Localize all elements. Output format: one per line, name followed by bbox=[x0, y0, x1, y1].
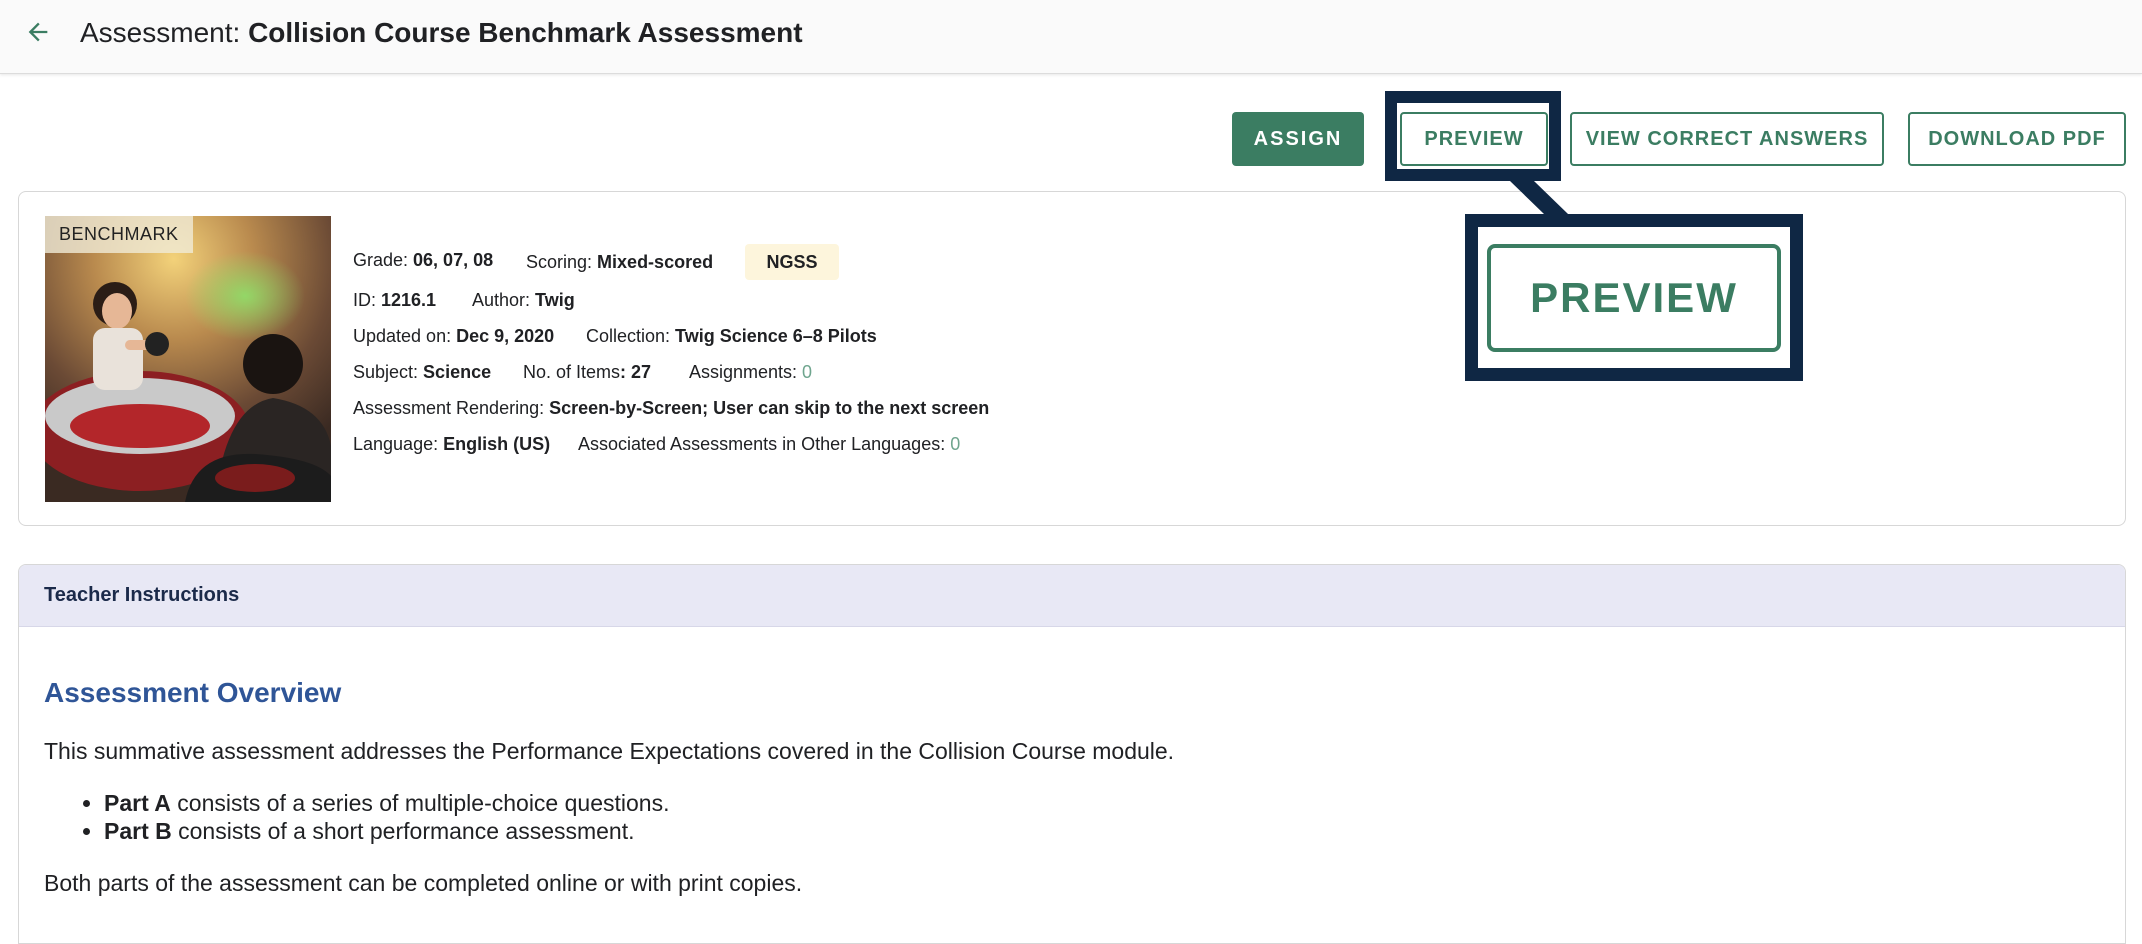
view-correct-answers-button[interactable]: VIEW CORRECT ANSWERS bbox=[1570, 112, 1884, 166]
overview-closing: Both parts of the assessment can be comp… bbox=[44, 870, 803, 896]
benchmark-tag: BENCHMARK bbox=[45, 216, 193, 253]
assignments-count-link[interactable]: 0 bbox=[802, 362, 812, 382]
arrow-left-icon bbox=[28, 22, 48, 42]
associated-count-link[interactable]: 0 bbox=[950, 434, 960, 454]
parts-list: Part A consists of a series of multiple-… bbox=[44, 789, 669, 845]
list-item: Part A consists of a series of multiple-… bbox=[104, 789, 669, 817]
rendering-field: Assessment Rendering: Screen-by-Screen; … bbox=[353, 398, 990, 418]
overview-intro: This summative assessment addresses the … bbox=[44, 738, 1175, 764]
scoring-field: Scoring: Mixed-scored bbox=[526, 252, 714, 272]
back-button[interactable] bbox=[20, 14, 56, 50]
id-field: ID: 1216.1 bbox=[353, 290, 437, 310]
bumper-cars-image bbox=[45, 216, 331, 502]
updated-on-field: Updated on: Dec 9, 2020 bbox=[353, 326, 555, 346]
associated-assessments-field: Associated Assessments in Other Language… bbox=[578, 434, 961, 454]
language-field: Language: English (US) bbox=[353, 434, 551, 454]
teacher-instructions-panel: Teacher Instructions Assessment Overview… bbox=[18, 564, 2126, 944]
author-field: Author: Twig bbox=[472, 290, 575, 310]
items-count-field: No. of Items: 27 bbox=[523, 362, 652, 382]
preview-zoom-label: PREVIEW bbox=[1487, 243, 1781, 352]
overview-heading: Assessment Overview bbox=[44, 677, 342, 708]
assessment-name: Collision Course Benchmark Assessment bbox=[248, 17, 803, 48]
teacher-instructions-header[interactable]: Teacher Instructions bbox=[19, 565, 2125, 627]
collection-field: Collection: Twig Science 6–8 Pilots bbox=[586, 326, 877, 346]
ngss-badge: NGSS bbox=[745, 244, 839, 280]
preview-button[interactable]: PREVIEW bbox=[1400, 112, 1548, 166]
preview-zoom-callout: PREVIEW bbox=[1465, 214, 1803, 381]
assessment-details-card: BENCHMARK Grade: 06, 07, 08 Scoring: Mix… bbox=[18, 191, 2126, 526]
list-item: Part B consists of a short performance a… bbox=[104, 817, 669, 845]
grade-field: Grade: 06, 07, 08 bbox=[353, 250, 494, 270]
assignments-field: Assignments: 0 bbox=[689, 362, 813, 382]
assessment-thumbnail: BENCHMARK bbox=[45, 216, 331, 502]
page-title-prefix: Assessment: bbox=[80, 17, 249, 48]
download-pdf-button[interactable]: DOWNLOAD PDF bbox=[1908, 112, 2126, 166]
subject-field: Subject: Science bbox=[353, 362, 492, 382]
top-app-bar: Assessment: Collision Course Benchmark A… bbox=[0, 0, 2142, 74]
assign-button[interactable]: ASSIGN bbox=[1232, 112, 1364, 166]
page-title: Assessment: Collision Course Benchmark A… bbox=[80, 16, 803, 50]
